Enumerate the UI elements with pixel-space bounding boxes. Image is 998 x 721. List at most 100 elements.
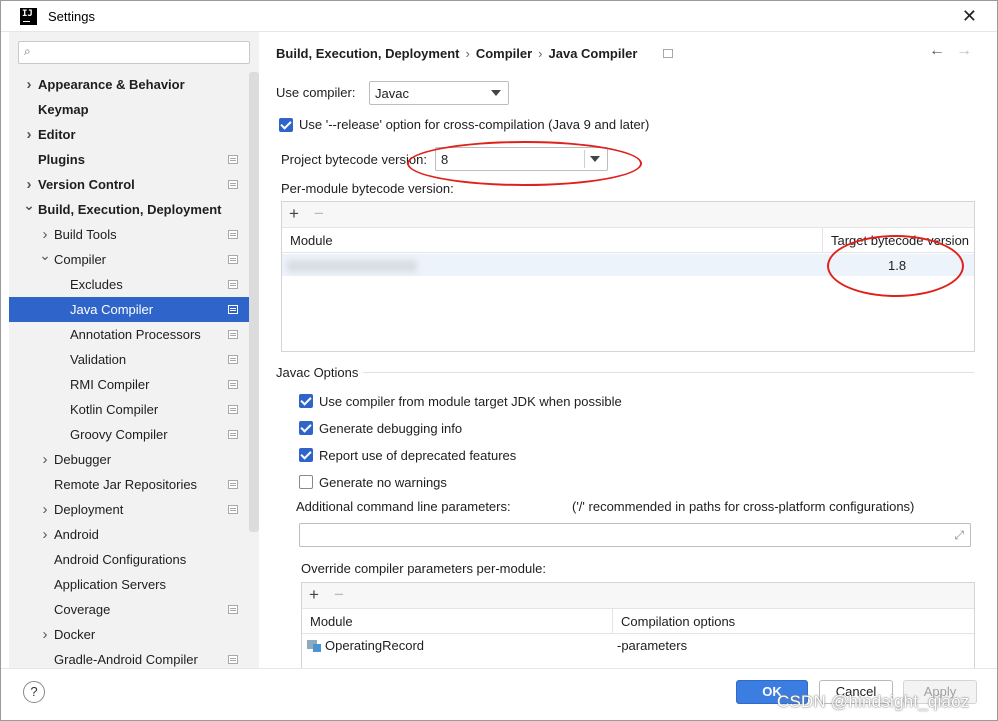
javac-options-title: Javac Options — [276, 365, 359, 380]
chevron-right-icon[interactable]: › — [39, 522, 51, 547]
tree-item[interactable]: Groovy Compiler — [9, 422, 249, 447]
tree-item[interactable]: ⌄ Compiler — [9, 247, 249, 272]
table-row[interactable]: 1.8 — [282, 254, 974, 276]
back-arrow-icon[interactable]: ← — [929, 42, 945, 60]
tree-item-label: Editor — [38, 127, 76, 142]
forward-arrow-icon[interactable]: → — [956, 42, 972, 60]
tree-item-label: Application Servers — [54, 577, 166, 592]
tree-item[interactable]: Java Compiler — [9, 297, 249, 322]
compiler-select-value: Javac — [375, 86, 409, 101]
tree-item-label: Annotation Processors — [70, 327, 201, 342]
combo-divider — [584, 150, 585, 168]
chevron-right-icon[interactable]: › — [23, 72, 35, 97]
tree-item-label: Deployment — [54, 502, 124, 517]
search-icon: ⌕ — [24, 44, 31, 58]
per-module-bytecode-label: Per-module bytecode version: — [281, 181, 454, 196]
tree-item-label: Plugins — [38, 152, 85, 167]
add-icon[interactable]: + — [289, 204, 299, 224]
chevron-right-icon[interactable]: › — [39, 497, 51, 522]
tree-item[interactable]: Annotation Processors — [9, 322, 249, 347]
debug-info-checkbox[interactable] — [299, 421, 313, 435]
intellij-app-icon: IJ — [20, 8, 37, 25]
column-header-target-bytecode[interactable]: Target bytecode version — [823, 228, 974, 253]
project-bytecode-value: 8 — [441, 152, 449, 167]
close-icon[interactable]: ✕ — [962, 6, 977, 27]
settings-tree: › Appearance & Behavior Keymap › Editor Plugi… — [9, 72, 249, 668]
project-bytecode-label: Project bytecode version: — [281, 152, 427, 167]
tree-item-label: Android Configurations — [54, 552, 187, 567]
help-button[interactable]: ? — [23, 681, 45, 703]
compilation-options-cell: -parameters — [617, 638, 688, 653]
settings-sidebar: ⌕ › Appearance & Behavior Keymap › Editor Plu… — [9, 32, 259, 668]
tree-item[interactable]: Kotlin Compiler — [9, 397, 249, 422]
tree-item[interactable]: Android Configurations — [9, 547, 249, 572]
chevron-right-icon[interactable]: › — [39, 622, 51, 647]
tree-item[interactable]: Excludes — [9, 272, 249, 297]
table-row[interactable]: OperatingRecord -parameters — [302, 634, 974, 657]
tree-item[interactable]: Plugins — [9, 147, 249, 172]
table-toolbar: + − — [282, 202, 974, 228]
tree-item-label: Android — [54, 527, 99, 542]
tree-item[interactable]: › Docker — [9, 622, 249, 647]
tree-item[interactable]: › Android — [9, 522, 249, 547]
no-warnings-checkbox[interactable] — [299, 475, 313, 489]
project-scope-icon — [228, 280, 238, 289]
tree-item[interactable]: Remote Jar Repositories — [9, 472, 249, 497]
column-header-compilation-options[interactable]: Compilation options — [613, 609, 974, 634]
chevron-down-icon[interactable]: ⌄ — [23, 193, 35, 218]
tree-item-label: Java Compiler — [70, 302, 154, 317]
chevron-down-icon — [491, 90, 501, 96]
search-input[interactable]: ⌕ — [18, 41, 250, 64]
tree-item[interactable]: › Debugger — [9, 447, 249, 472]
tree-item[interactable]: › Version Control — [9, 172, 249, 197]
watermark: CSDN @hindsight_qiaoz — [777, 692, 970, 711]
override-params-table: + − Module Compilation options Operating… — [301, 582, 975, 668]
target-bytecode-cell: 1.8 — [888, 258, 907, 273]
tree-item[interactable]: Keymap — [9, 97, 249, 122]
column-header-module[interactable]: Module — [282, 228, 823, 253]
breadcrumb-item: Build, Execution, Deployment — [276, 46, 460, 61]
tree-item-label: Groovy Compiler — [70, 427, 168, 442]
tree-item[interactable]: Validation — [9, 347, 249, 372]
remove-icon[interactable]: − — [314, 204, 324, 224]
footer-divider — [1, 668, 997, 669]
release-option-checkbox[interactable] — [279, 118, 293, 132]
compiler-select[interactable]: Javac — [369, 81, 509, 105]
chevron-right-icon[interactable]: › — [39, 447, 51, 472]
tree-item[interactable]: Gradle-Android Compiler — [9, 647, 249, 668]
additional-params-input[interactable]: ⤢ — [299, 523, 971, 547]
tree-item[interactable]: › Editor — [9, 122, 249, 147]
project-scope-icon — [228, 330, 238, 339]
remove-icon[interactable]: − — [334, 585, 344, 605]
sidebar-scrollbar[interactable] — [249, 72, 259, 532]
expand-icon[interactable]: ⤢ — [954, 528, 964, 543]
settings-dialog: IJ Settings ✕ ⌕ › Appearance & Behavior Ke… — [0, 0, 998, 721]
breadcrumb: Build, Execution, Deployment › Compiler › Ja… — [276, 46, 637, 61]
tree-item-label: Kotlin Compiler — [70, 402, 159, 417]
tree-item[interactable]: ⌄ Build, Execution, Deployment — [9, 197, 249, 222]
tree-item[interactable]: Application Servers — [9, 572, 249, 597]
chevron-right-icon[interactable]: › — [23, 122, 35, 147]
redacted-module-name — [287, 260, 417, 272]
tree-item[interactable]: › Appearance & Behavior — [9, 72, 249, 97]
project-bytecode-select[interactable]: 8 — [435, 147, 608, 171]
project-scope-icon — [228, 655, 238, 664]
tree-item-label: Gradle-Android Compiler — [54, 652, 198, 667]
module-name-cell: OperatingRecord — [325, 638, 424, 653]
use-target-jdk-checkbox[interactable] — [299, 394, 313, 408]
tree-item[interactable]: › Deployment — [9, 497, 249, 522]
section-divider — [363, 372, 974, 373]
tree-item-label: Keymap — [38, 102, 89, 117]
deprecated-features-label: Report use of deprecated features — [319, 448, 517, 463]
column-header-module[interactable]: Module — [302, 609, 613, 634]
tree-item[interactable]: RMI Compiler — [9, 372, 249, 397]
additional-params-hint: ('/' recommended in paths for cross-plat… — [572, 499, 915, 514]
tree-item-label: Build Tools — [54, 227, 117, 242]
project-scope-icon — [228, 505, 238, 514]
tree-item[interactable]: Coverage — [9, 597, 249, 622]
tree-item-label: Build, Execution, Deployment — [38, 202, 222, 217]
add-icon[interactable]: + — [309, 585, 319, 605]
project-scope-icon — [663, 49, 673, 58]
chevron-down-icon[interactable]: ⌄ — [39, 243, 51, 268]
deprecated-features-checkbox[interactable] — [299, 448, 313, 462]
